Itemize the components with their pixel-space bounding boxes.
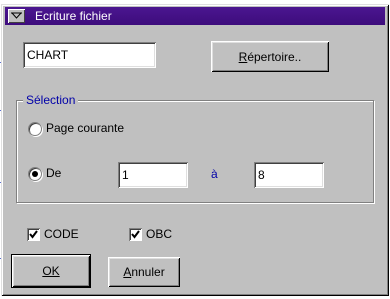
to-label: à: [211, 167, 218, 181]
checkmark-icon: [131, 230, 140, 239]
write-file-dialog: Ecriture fichier CHART Répertoire.. Séle…: [1, 4, 389, 296]
window-title: Ecriture fichier: [35, 9, 112, 23]
current-page-label: Page courante: [46, 121, 125, 135]
current-page-radio[interactable]: [28, 122, 42, 136]
selection-group-label: Sélection: [23, 93, 79, 107]
checkmark-icon: [29, 230, 38, 239]
obc-label: OBC: [146, 227, 173, 241]
title-bar: Ecriture fichier: [5, 7, 385, 25]
system-menu-button[interactable]: [8, 9, 25, 23]
from-label: De: [46, 166, 62, 180]
code-label: CODE: [44, 227, 79, 241]
from-radio[interactable]: [28, 167, 42, 181]
radio-selected-dot: [32, 171, 38, 177]
from-page-input[interactable]: 1: [118, 162, 188, 188]
directory-button[interactable]: Répertoire..: [211, 41, 329, 72]
ok-button[interactable]: OK: [11, 254, 91, 288]
code-checkbox[interactable]: [27, 228, 40, 241]
obc-checkbox[interactable]: [129, 228, 142, 241]
ok-button-label: OK: [42, 264, 60, 278]
file-name-input[interactable]: CHART: [23, 42, 156, 68]
chevron-down-icon: [11, 12, 22, 19]
cancel-button[interactable]: Annuler: [108, 257, 180, 287]
to-page-input[interactable]: 8: [254, 162, 324, 188]
cancel-button-label: Annuler: [123, 265, 165, 279]
directory-button-label: Répertoire..: [238, 49, 302, 64]
